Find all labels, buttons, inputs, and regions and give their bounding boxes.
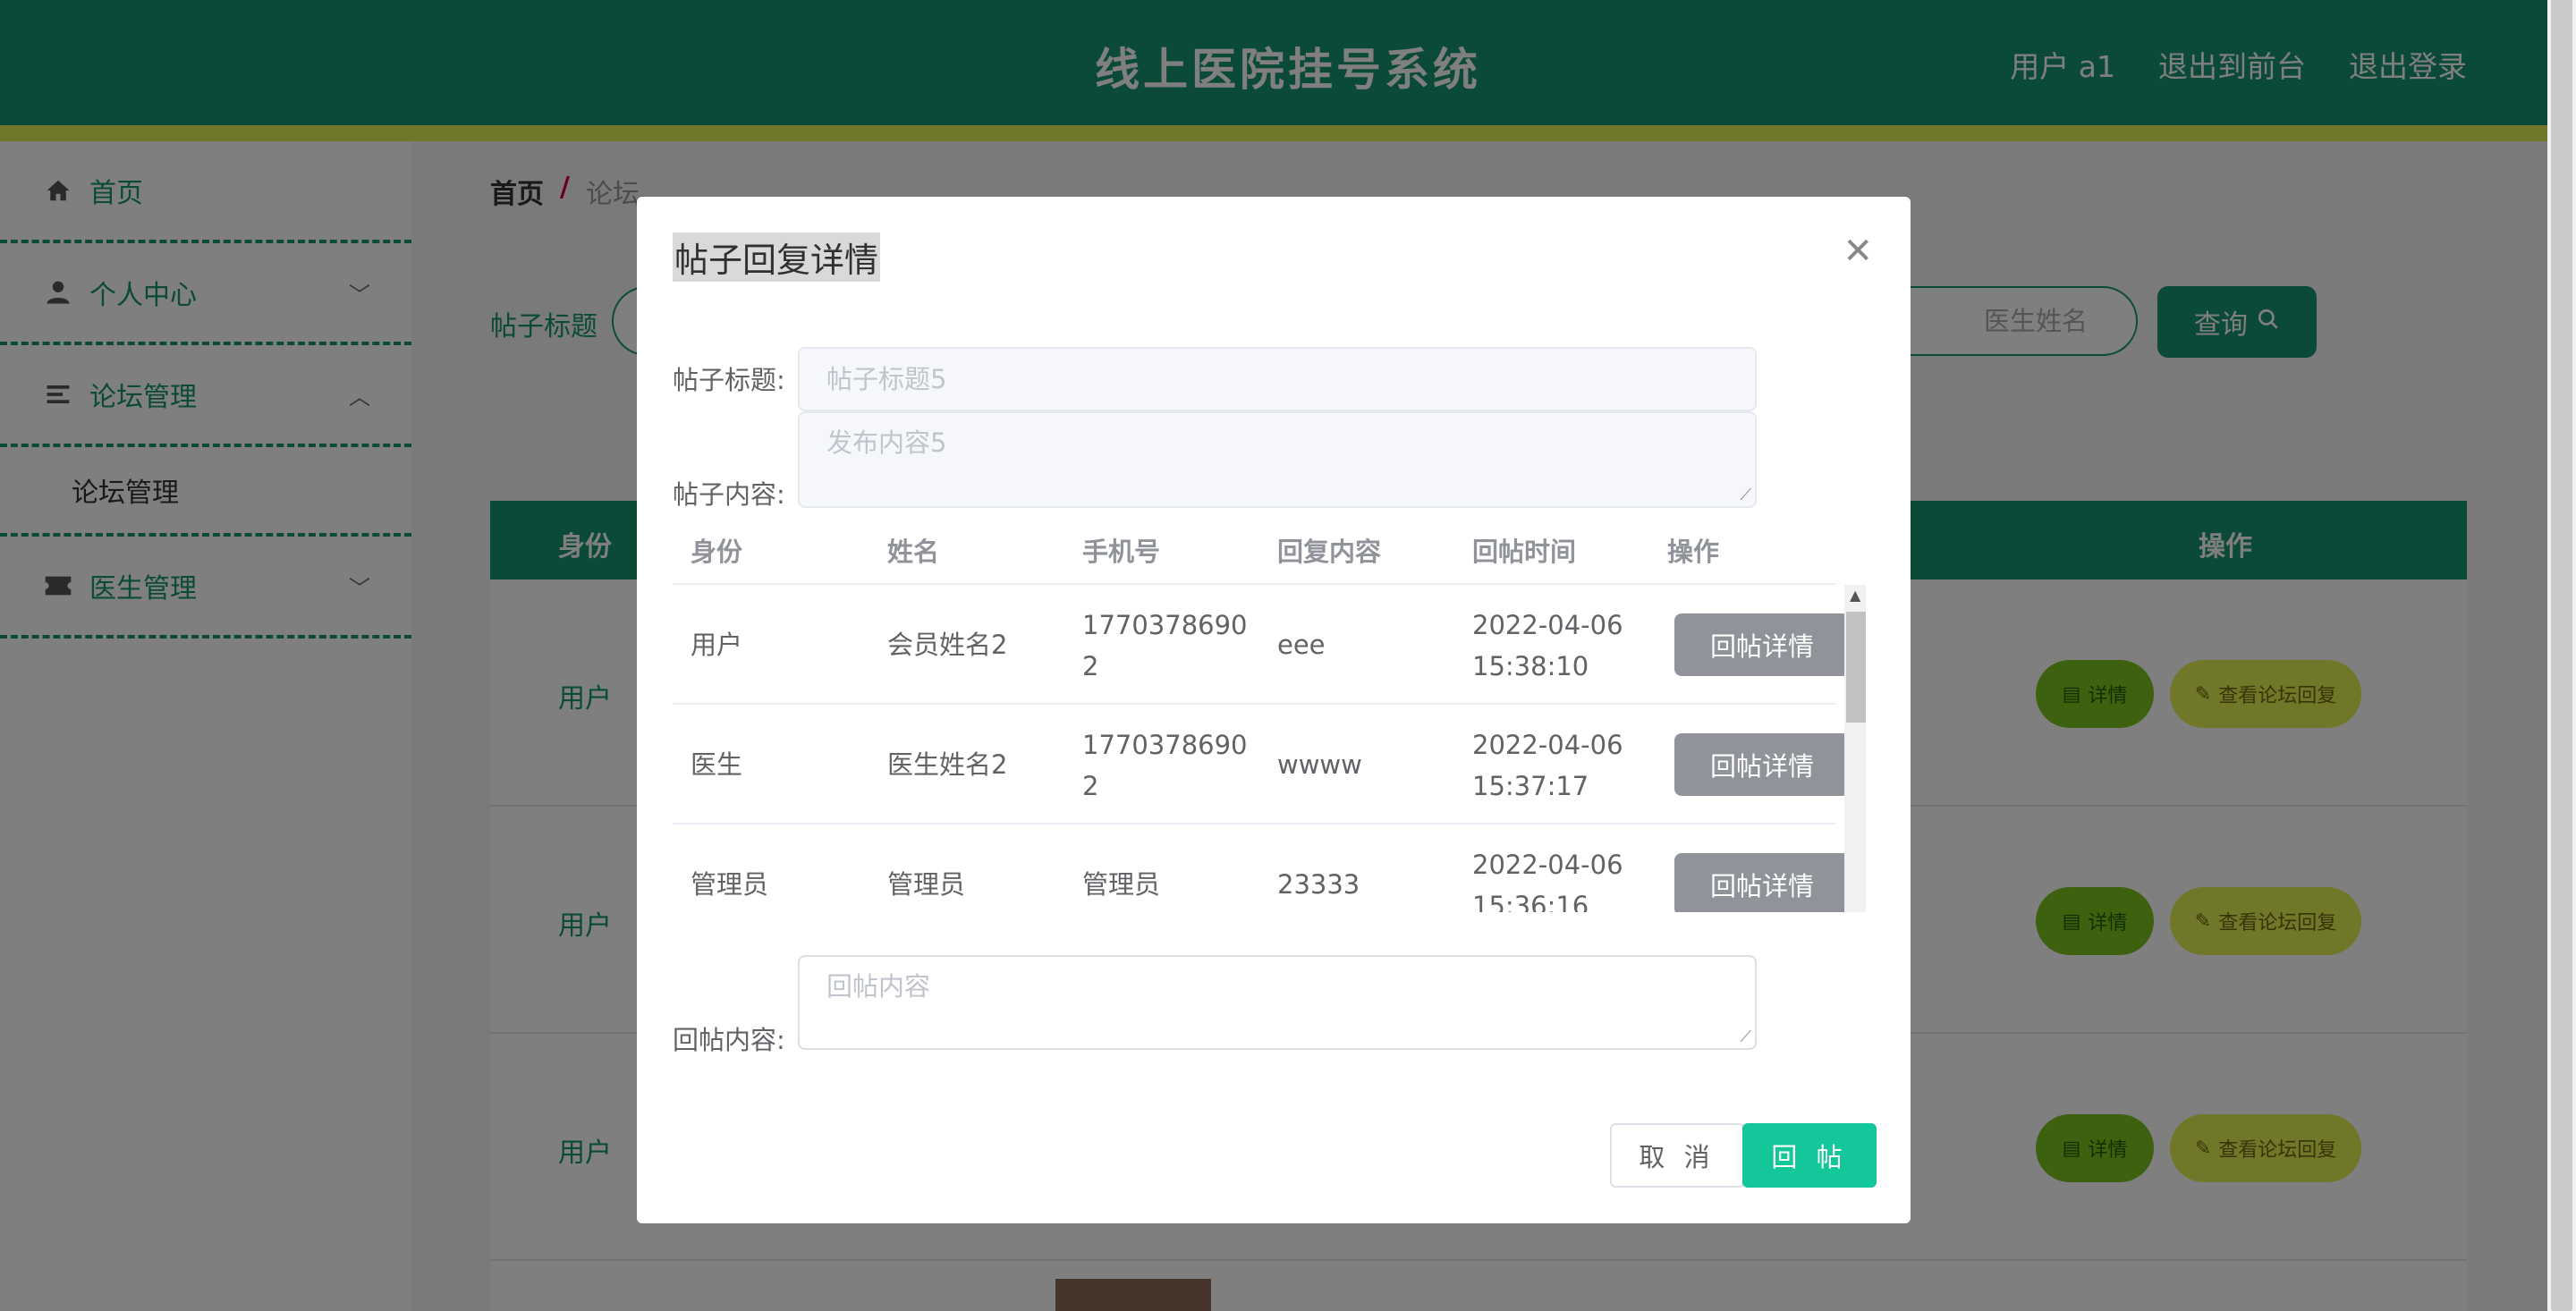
post-title-field[interactable]: 帖子标题5 xyxy=(798,347,1757,411)
reply-time: 15:36:16 xyxy=(1472,891,1589,912)
col-actions: 操作 xyxy=(1667,537,1720,567)
post-content-field[interactable]: 发布内容5 ⟋ xyxy=(798,411,1757,508)
resize-handle-icon[interactable]: ⟋ xyxy=(1740,486,1751,504)
cell-phone: 管理员 xyxy=(1082,869,1161,900)
cell-identity: 医生 xyxy=(691,749,743,780)
reply-content-placeholder: 回帖内容 xyxy=(826,971,931,1002)
submit-reply-button[interactable]: 回 帖 xyxy=(1742,1123,1877,1188)
cell-reply-content: eee xyxy=(1277,630,1326,660)
col-reply-content: 回复内容 xyxy=(1277,537,1382,567)
cancel-button[interactable]: 取 消 xyxy=(1610,1123,1744,1188)
col-phone: 手机号 xyxy=(1082,537,1161,567)
phone-line-1: 1770378690 xyxy=(1082,610,1248,640)
reply-content-label: 回帖内容: xyxy=(673,1025,785,1055)
cell-identity: 管理员 xyxy=(691,869,769,900)
reply-time: 15:37:17 xyxy=(1472,771,1589,801)
resize-handle-icon[interactable]: ⟋ xyxy=(1740,1028,1751,1046)
reply-details-button[interactable]: 回帖详情 xyxy=(1674,613,1850,676)
cell-name: 管理员 xyxy=(887,869,966,900)
cell-name: 医生姓名2 xyxy=(887,749,1008,780)
reply-date: 2022-04-06 xyxy=(1472,730,1623,760)
table-row: 用户 会员姓名2 1770378690 2 eee 2022-04-06 15:38… xyxy=(673,585,1850,705)
post-content-text: 发布内容5 xyxy=(826,427,947,458)
reply-time: 15:38:10 xyxy=(1472,651,1589,681)
post-title-label: 帖子标题: xyxy=(673,365,785,395)
phone-line-2: 2 xyxy=(1082,651,1099,681)
dialog-title: 帖子回复详情 xyxy=(673,233,881,282)
reply-date: 2022-04-06 xyxy=(1472,850,1623,880)
close-icon[interactable]: ✕ xyxy=(1843,231,1873,272)
reply-details-dialog: 帖子回复详情 ✕ 帖子标题: 帖子标题5 帖子内容: 发布内容5 ⟋ 身份 姓名… xyxy=(637,197,1911,1223)
phone-line-2: 2 xyxy=(1082,771,1099,801)
reply-details-button[interactable]: 回帖详情 xyxy=(1674,733,1850,796)
phone-line-1: 1770378690 xyxy=(1082,730,1248,760)
col-name: 姓名 xyxy=(887,537,940,567)
col-identity: 身份 xyxy=(691,537,743,567)
replies-table: 身份 姓名 手机号 回复内容 回帖时间 操作 用户 会员姓名2 17703786… xyxy=(673,510,1866,912)
cell-name: 会员姓名2 xyxy=(887,630,1008,660)
col-reply-time: 回帖时间 xyxy=(1472,537,1577,567)
reply-content-textarea[interactable]: 回帖内容 ⟋ xyxy=(798,955,1757,1050)
reply-date: 2022-04-06 xyxy=(1472,610,1623,640)
cell-phone: 1770378690 2 xyxy=(1082,605,1248,687)
cell-reply-content: 23333 xyxy=(1277,869,1360,900)
cell-reply-content: wwww xyxy=(1277,749,1362,780)
cell-reply-time: 2022-04-06 15:38:10 xyxy=(1472,605,1623,687)
page-scrollbar-thumb[interactable] xyxy=(2551,0,2572,1311)
cell-reply-time: 2022-04-06 15:36:16 xyxy=(1472,844,1623,912)
replies-table-scrollbar[interactable]: ▲ ▼ xyxy=(1844,585,1866,912)
post-content-label: 帖子内容: xyxy=(673,479,785,510)
cell-identity: 用户 xyxy=(691,630,743,660)
page-scrollbar[interactable] xyxy=(2547,0,2576,1311)
replies-scrollbar-thumb[interactable] xyxy=(1846,612,1866,723)
scroll-up-arrow-icon[interactable]: ▲ xyxy=(1850,587,1860,604)
cell-reply-time: 2022-04-06 15:37:17 xyxy=(1472,724,1623,807)
cell-phone: 1770378690 2 xyxy=(1082,724,1248,807)
table-row: 管理员 管理员 管理员 23333 2022-04-06 15:36:16 回帖详… xyxy=(673,825,1850,912)
table-row: 医生 医生姓名2 1770378690 2 wwww 2022-04-06 15:3… xyxy=(673,705,1850,825)
reply-details-button[interactable]: 回帖详情 xyxy=(1674,853,1850,912)
replies-table-header: 身份 姓名 手机号 回复内容 回帖时间 操作 xyxy=(673,510,1835,585)
